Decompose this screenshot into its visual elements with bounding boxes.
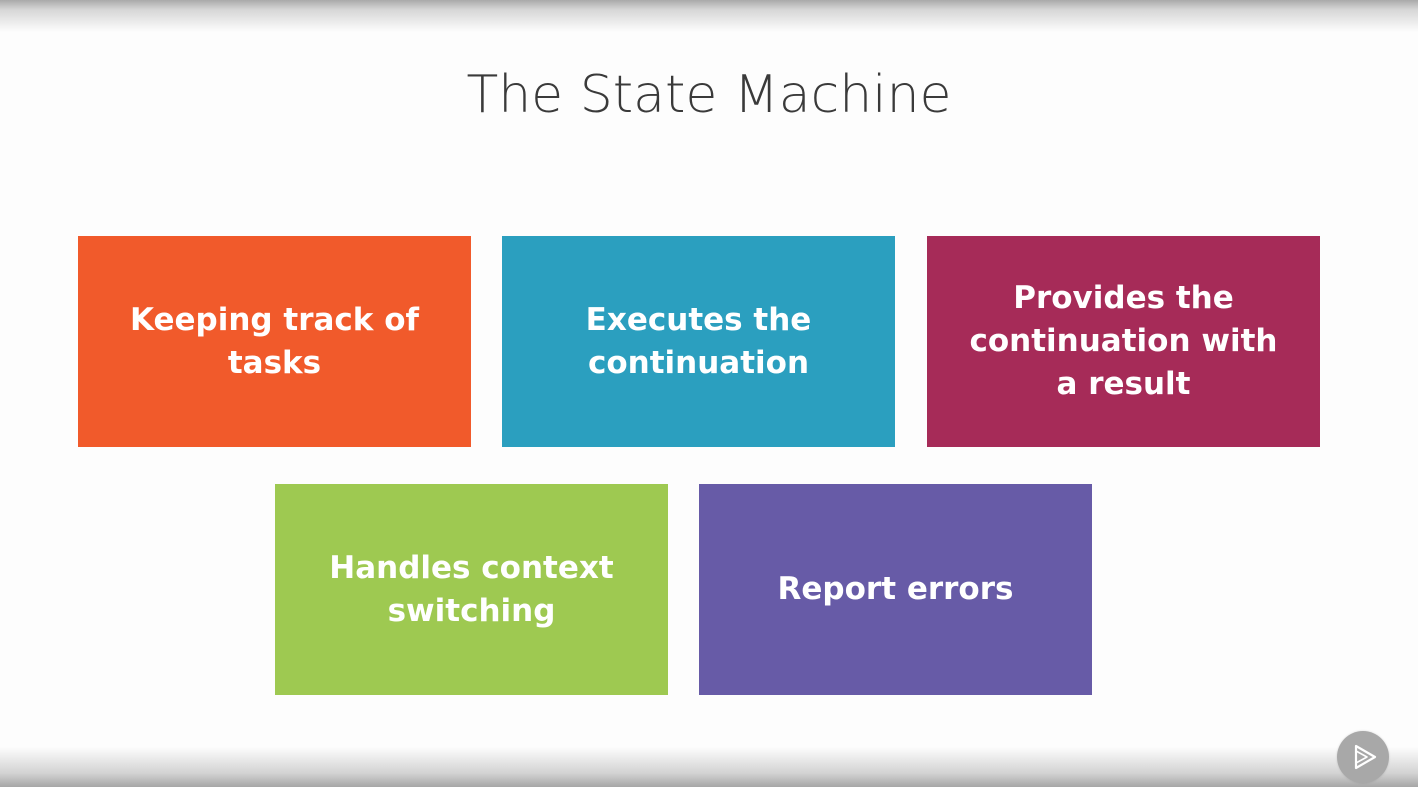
box-label: Report errors bbox=[777, 571, 1014, 607]
box-label: Keeping track of tasks bbox=[130, 301, 419, 381]
box-report-errors: Report errors bbox=[699, 484, 1092, 695]
box-label: Executes the continuation bbox=[585, 301, 812, 381]
slide-title: The State Machine bbox=[466, 65, 952, 125]
box-provides-continuation-result: Provides the continuation with a result bbox=[927, 236, 1320, 447]
play-logo-button[interactable] bbox=[1337, 731, 1389, 783]
box-executes-the-continuation: Executes the continuation bbox=[502, 236, 895, 447]
box-handles-context-switching: Handles context switching bbox=[275, 484, 668, 695]
slide: The State Machine Keeping track of tasks… bbox=[0, 0, 1418, 787]
play-logo-icon bbox=[1354, 744, 1377, 770]
box-label: Handles context switching bbox=[329, 549, 614, 629]
box-label: Provides the continuation with a result bbox=[969, 280, 1278, 402]
box-keeping-track-of-tasks: Keeping track of tasks bbox=[78, 236, 471, 447]
top-shade bbox=[0, 0, 1418, 32]
bottom-shade bbox=[0, 747, 1418, 787]
